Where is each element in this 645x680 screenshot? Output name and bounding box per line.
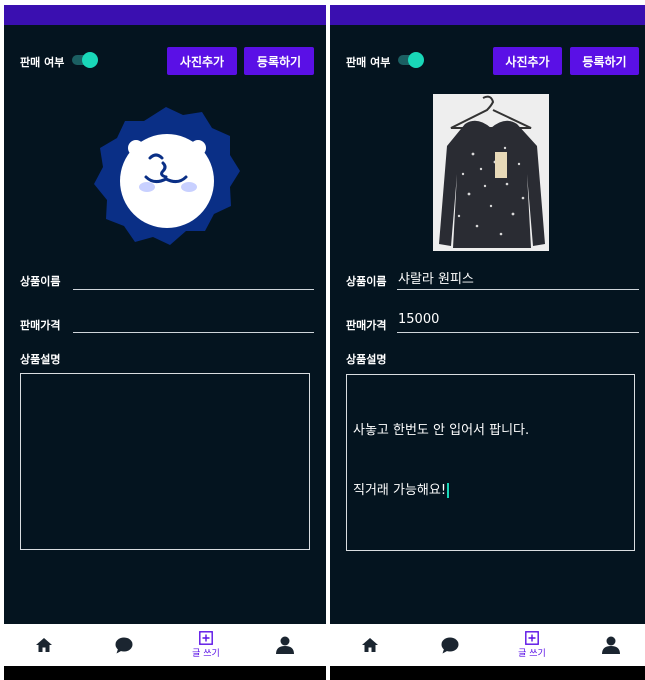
description-textarea[interactable] (20, 373, 310, 550)
profile-icon (602, 636, 620, 654)
product-name-input[interactable]: 샤랄라 원피스 (398, 268, 474, 287)
status-bar (4, 5, 326, 25)
system-bar (330, 666, 645, 680)
product-name-underline (73, 289, 314, 290)
sale-toggle[interactable] (72, 52, 98, 68)
description-line-2-text: 직거래 가능해요! (353, 483, 447, 498)
description-line-1: 사놓고 한번도 안 입어서 팝니다. (353, 423, 530, 438)
status-bar (330, 5, 645, 25)
home-icon (36, 638, 52, 652)
nav-profile[interactable] (269, 624, 301, 666)
product-name-label: 상품이름 (20, 275, 61, 288)
chat-bubble-icon (115, 637, 133, 653)
nav-profile[interactable] (595, 624, 627, 666)
sale-status-label: 판매 여부 (346, 56, 391, 69)
write-plus-icon (199, 631, 213, 645)
description-textarea[interactable]: 사놓고 한번도 안 입어서 팝니다. 직거래 가능해요! (346, 374, 635, 551)
nav-chat[interactable] (434, 624, 466, 666)
nav-write[interactable]: 글 쓰기 (508, 624, 556, 666)
register-button[interactable]: 등록하기 (244, 47, 314, 75)
price-label: 판매가격 (346, 319, 387, 332)
nav-home[interactable] (354, 624, 386, 666)
home-icon (362, 638, 378, 652)
description-label: 상품설명 (346, 353, 387, 366)
top-row: 판매 여부 사진추가 등록하기 (330, 47, 645, 75)
bottom-navigation: 글 쓰기 (330, 624, 645, 666)
right-screen: 판매 여부 사진추가 등록하기 상품이름 샤랄라 원피스 판매가격 15000 … (330, 5, 645, 680)
dress-photo-image (433, 94, 549, 251)
sale-status-label: 판매 여부 (20, 56, 65, 69)
nav-write-label: 글 쓰기 (518, 649, 546, 659)
product-name-label: 상품이름 (346, 275, 387, 288)
mascot-placeholder-image[interactable] (90, 103, 242, 253)
price-input[interactable]: 15000 (398, 312, 439, 327)
nav-chat[interactable] (108, 624, 140, 666)
description-line-2: 직거래 가능해요! (353, 481, 628, 501)
nav-home[interactable] (28, 624, 60, 666)
nav-write[interactable]: 글 쓰기 (182, 624, 230, 666)
product-name-underline (397, 289, 639, 290)
toggle-knob (82, 52, 98, 68)
price-underline (397, 332, 639, 333)
mascot-icon (94, 107, 240, 245)
product-photo[interactable] (433, 94, 549, 251)
top-row: 판매 여부 사진추가 등록하기 (4, 47, 326, 75)
left-screen: 판매 여부 사진추가 등록하기 상품이름 판매가격 상품설명 글 쓰기 (4, 5, 326, 680)
price-underline (73, 332, 314, 333)
profile-icon (276, 636, 294, 654)
sale-toggle[interactable] (398, 52, 424, 68)
write-plus-icon (525, 631, 539, 645)
toggle-knob (408, 52, 424, 68)
chat-bubble-icon (441, 637, 459, 653)
nav-write-label: 글 쓰기 (192, 649, 220, 659)
price-label: 판매가격 (20, 319, 61, 332)
add-photo-button[interactable]: 사진추가 (167, 47, 237, 75)
text-cursor (447, 483, 450, 498)
description-label: 상품설명 (20, 353, 61, 366)
add-photo-button[interactable]: 사진추가 (493, 47, 562, 75)
register-button[interactable]: 등록하기 (570, 47, 639, 75)
bottom-navigation: 글 쓰기 (4, 624, 326, 666)
system-bar (4, 666, 326, 680)
